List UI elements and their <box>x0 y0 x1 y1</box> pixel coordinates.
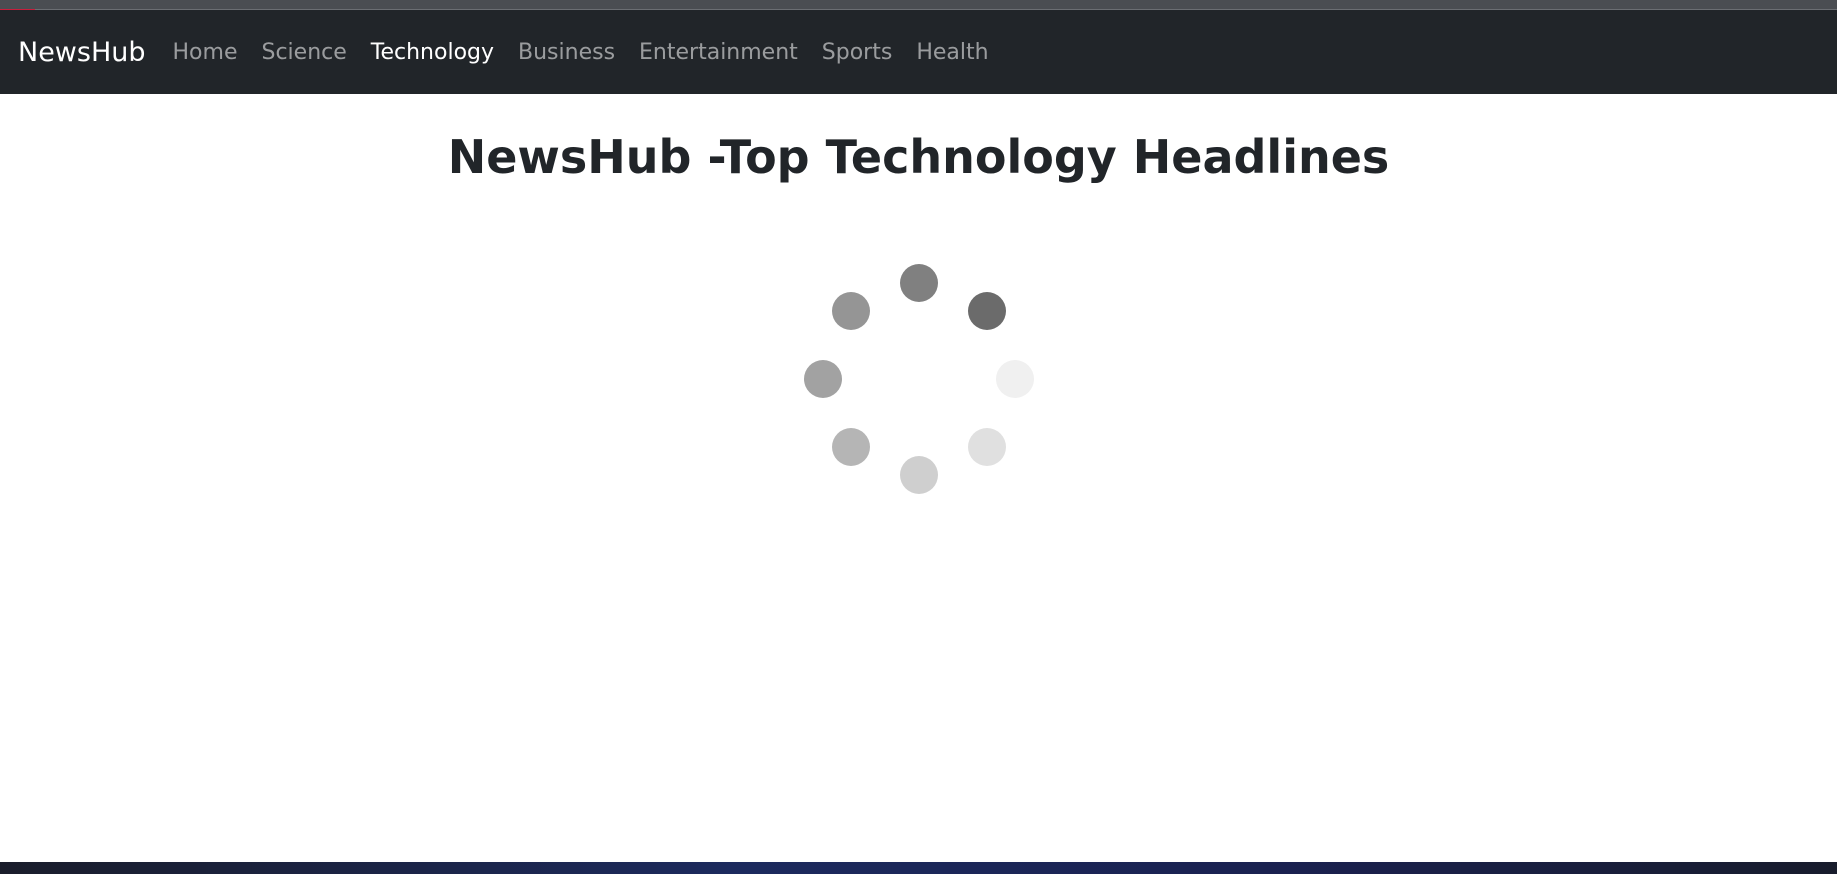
spinner-dot <box>900 456 938 494</box>
spinner-dot <box>996 360 1034 398</box>
spinner-dot <box>967 427 1006 466</box>
brand-logo[interactable]: NewsHub <box>18 37 146 68</box>
taskbar-strip <box>0 862 1837 874</box>
page-title: NewsHub -Top Technology Headlines <box>447 130 1390 184</box>
top-navbar: NewsHub Home Science Technology Business… <box>0 10 1837 94</box>
nav-link-business[interactable]: Business <box>518 40 615 65</box>
nav-link-science[interactable]: Science <box>261 40 346 65</box>
nav-links: Home Science Technology Business Enterta… <box>173 40 1013 65</box>
spinner-dot <box>967 292 1006 331</box>
spinner-dot <box>804 360 842 398</box>
nav-link-sports[interactable]: Sports <box>822 40 893 65</box>
browser-top-strip <box>0 0 1837 10</box>
nav-link-health[interactable]: Health <box>916 40 988 65</box>
spinner-dot <box>832 292 871 331</box>
nav-link-entertainment[interactable]: Entertainment <box>639 40 798 65</box>
nav-link-technology[interactable]: Technology <box>371 40 494 65</box>
spinner-dot <box>832 427 871 466</box>
nav-link-home[interactable]: Home <box>173 40 238 65</box>
spinner-dot <box>900 264 938 302</box>
loading-spinner-icon <box>800 260 1038 498</box>
